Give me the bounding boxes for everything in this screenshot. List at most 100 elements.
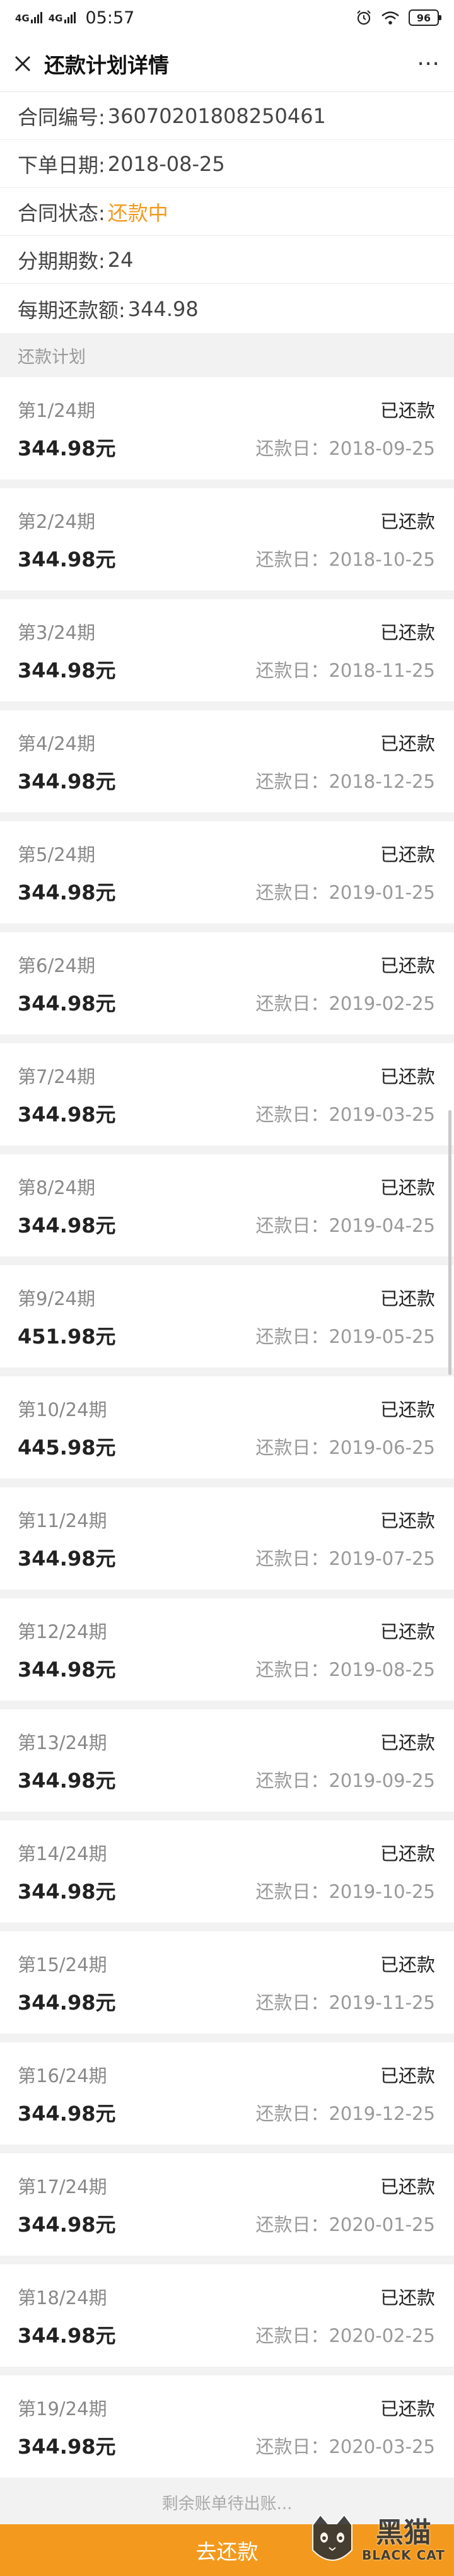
status-bar: 4G 4G 05:57 96 <box>0 0 454 35</box>
more-icon: ⋯ <box>417 50 441 76</box>
contract-number-label: 合同编号: <box>18 105 105 129</box>
scrollbar[interactable] <box>448 1110 451 1375</box>
plan-item: 第19/24期 已还款 344.98元 还款日：2020-03-25 <box>0 2375 454 2486</box>
cat-logo-icon <box>312 2514 352 2561</box>
plan-period: 第7/24期 <box>18 1066 96 1087</box>
plan-status: 已还款 <box>380 622 435 643</box>
plan-status: 已还款 <box>380 2398 435 2420</box>
plan-item: 第11/24期 已还款 344.98元 还款日：2019-07-25 <box>0 1487 454 1598</box>
plan-amount: 344.98元 <box>18 2324 116 2348</box>
plan-status: 已还款 <box>380 400 435 421</box>
plan-amount: 344.98元 <box>18 770 116 793</box>
more-button[interactable]: ⋯ <box>404 35 454 92</box>
plan-due-date: 还款日：2019-03-25 <box>255 1104 435 1125</box>
plan-period: 第16/24期 <box>18 2065 107 2087</box>
plan-due-date: 还款日：2019-01-25 <box>255 882 435 903</box>
plan-status: 已还款 <box>380 2176 435 2198</box>
wifi-icon <box>381 11 399 25</box>
plan-period: 第19/24期 <box>18 2398 107 2420</box>
plan-period: 第3/24期 <box>18 622 96 643</box>
plan-due-date: 还款日：2019-04-25 <box>255 1215 435 1236</box>
plan-list: 第1/24期 已还款 344.98元 还款日：2018-09-25 第2/24期 已还款 3… <box>0 377 454 2486</box>
plan-item: 第17/24期 已还款 344.98元 还款日：2020-01-25 <box>0 2153 454 2264</box>
plan-status: 已还款 <box>380 1954 435 1976</box>
watermark-text: 黑猫 BLACK CAT <box>362 2516 445 2563</box>
plan-amount: 451.98元 <box>18 1325 116 1349</box>
plan-due-date: 还款日：2020-02-25 <box>255 2325 435 2346</box>
plan-period: 第11/24期 <box>18 1510 107 1531</box>
close-icon <box>15 56 31 71</box>
alarm-icon <box>357 10 371 25</box>
status-icons: 96 <box>356 9 441 26</box>
plan-due-date: 还款日：2019-09-25 <box>255 1770 435 1791</box>
plan-period: 第17/24期 <box>18 2176 107 2198</box>
plan-amount: 344.98元 <box>18 1658 116 1682</box>
plan-item: 第7/24期 已还款 344.98元 还款日：2019-03-25 <box>0 1043 454 1154</box>
plan-status: 已还款 <box>380 1843 435 1865</box>
plan-status: 已还款 <box>380 1288 435 1309</box>
plan-status: 已还款 <box>380 1732 435 1753</box>
plan-status: 已还款 <box>380 1621 435 1642</box>
plan-due-date: 还款日：2019-06-25 <box>255 1437 435 1458</box>
watermark-en: BLACK CAT <box>362 2548 445 2563</box>
plan-amount: 344.98元 <box>18 1991 116 2015</box>
plan-status: 已还款 <box>380 1177 435 1198</box>
plan-amount: 344.98元 <box>18 2435 116 2459</box>
plan-due-date: 还款日：2019-07-25 <box>255 1548 435 1569</box>
plan-period: 第6/24期 <box>18 955 96 976</box>
contract-status-row: 合同状态: 还款中 <box>0 188 454 236</box>
plan-period: 第2/24期 <box>18 511 96 532</box>
plan-due-date: 还款日：2019-11-25 <box>255 1992 435 2013</box>
plan-status: 已还款 <box>380 844 435 865</box>
plan-item: 第10/24期 已还款 445.98元 还款日：2019-06-25 <box>0 1376 454 1487</box>
plan-item: 第2/24期 已还款 344.98元 还款日：2018-10-25 <box>0 488 454 599</box>
plan-item: 第4/24期 已还款 344.98元 还款日：2018-12-25 <box>0 710 454 821</box>
plan-section-title: 还款计划 <box>0 333 454 377</box>
plan-item: 第9/24期 已还款 451.98元 还款日：2019-05-25 <box>0 1265 454 1376</box>
plan-amount: 445.98元 <box>18 1436 116 1460</box>
status-time: 05:57 <box>85 8 135 28</box>
order-date: 2018-08-25 <box>107 151 225 176</box>
plan-item: 第12/24期 已还款 344.98元 还款日：2019-08-25 <box>0 1598 454 1709</box>
plan-due-date: 还款日：2019-08-25 <box>255 1659 435 1680</box>
battery-level: 96 <box>416 11 431 24</box>
plan-due-date: 还款日：2018-09-25 <box>255 438 435 459</box>
plan-item: 第14/24期 已还款 344.98元 还款日：2019-10-25 <box>0 1820 454 1931</box>
plan-due-date: 还款日：2018-12-25 <box>255 771 435 792</box>
plan-status: 已还款 <box>380 2065 435 2087</box>
plan-amount: 344.98元 <box>18 2102 116 2126</box>
plan-item: 第13/24期 已还款 344.98元 还款日：2019-09-25 <box>0 1709 454 1820</box>
plan-item: 第8/24期 已还款 344.98元 还款日：2019-04-25 <box>0 1154 454 1265</box>
plan-period: 第12/24期 <box>18 1621 107 1642</box>
order-date-row: 下单日期: 2018-08-25 <box>0 140 454 188</box>
nav-bar: 还款计划详情 ⋯ <box>0 35 454 92</box>
plan-item: 第5/24期 已还款 344.98元 还款日：2019-01-25 <box>0 821 454 932</box>
plan-status: 已还款 <box>380 2287 435 2309</box>
signal-label-2: 4G <box>48 13 63 24</box>
plan-period: 第5/24期 <box>18 844 96 865</box>
plan-period: 第15/24期 <box>18 1954 107 1976</box>
plan-status: 已还款 <box>380 1399 435 1420</box>
plan-due-date: 还款日：2019-02-25 <box>255 993 435 1014</box>
plan-status: 已还款 <box>380 733 435 754</box>
signal-indicator-1: 4G <box>15 12 42 23</box>
plan-period: 第18/24期 <box>18 2287 107 2309</box>
periods-row: 分期期数: 24 <box>0 236 454 284</box>
plan-period: 第10/24期 <box>18 1399 107 1420</box>
plan-status: 已还款 <box>380 511 435 532</box>
plan-period: 第9/24期 <box>18 1288 96 1309</box>
plan-due-date: 还款日：2018-11-25 <box>255 660 435 681</box>
contract-number-row: 合同编号: 36070201808250461 <box>0 92 454 140</box>
battery-icon: 96 <box>409 9 441 26</box>
watermark-cn: 黑猫 <box>375 2516 431 2549</box>
plan-amount: 344.98元 <box>18 1103 116 1127</box>
watermark: 黑猫 BLACK CAT <box>306 2508 449 2573</box>
plan-due-date: 还款日：2019-12-25 <box>255 2103 435 2124</box>
plan-due-date: 还款日：2020-01-25 <box>255 2214 435 2235</box>
page-title: 还款计划详情 <box>44 52 169 78</box>
plan-item: 第15/24期 已还款 344.98元 还款日：2019-11-25 <box>0 1931 454 2042</box>
signal-icon <box>64 12 76 23</box>
plan-period: 第1/24期 <box>18 400 96 421</box>
plan-due-date: 还款日：2019-05-25 <box>255 1326 435 1347</box>
close-button[interactable] <box>0 35 45 92</box>
